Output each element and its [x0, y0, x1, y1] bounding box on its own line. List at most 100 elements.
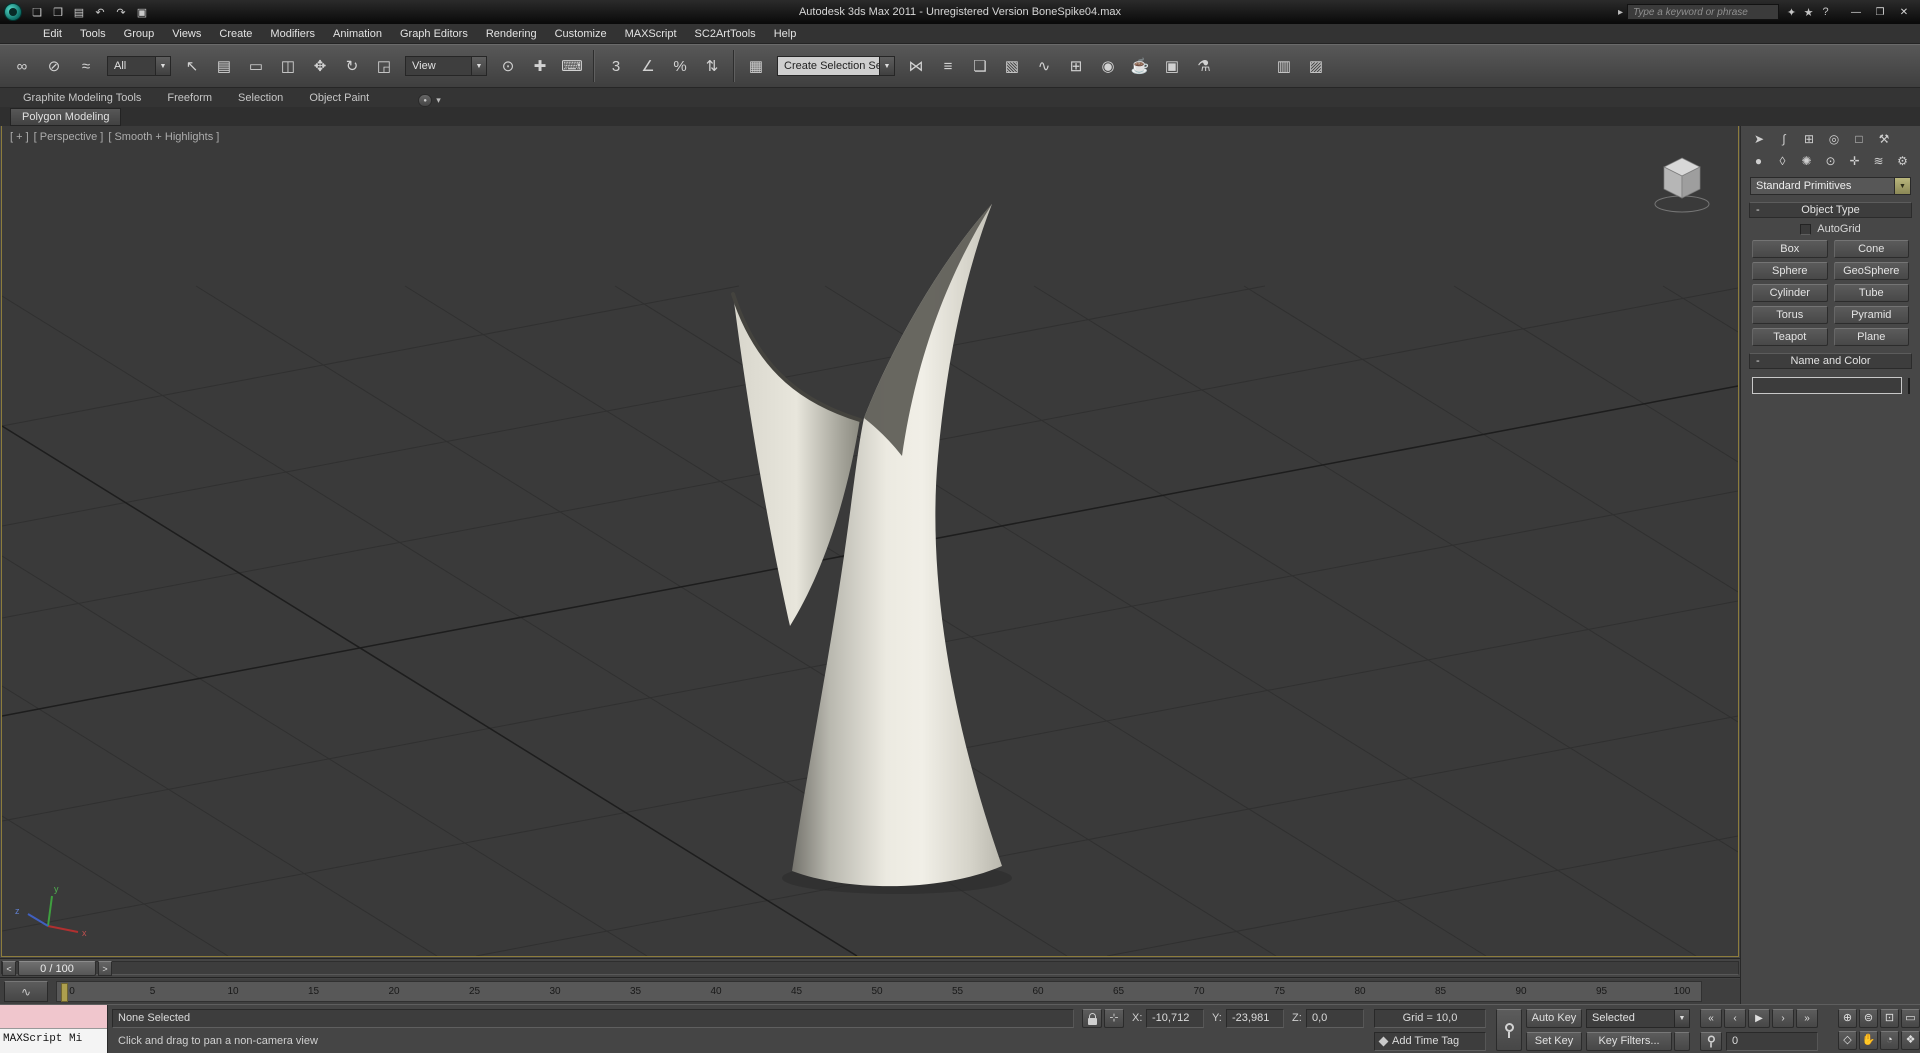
time-slider[interactable]: < 0 / 100 > — [0, 958, 1740, 978]
tube-button[interactable]: Tube — [1834, 284, 1910, 302]
current-frame-marker[interactable] — [61, 983, 68, 1002]
time-slider-track[interactable] — [1, 961, 1739, 975]
viewport-menu-shading[interactable]: [ Smooth + Highlights ] — [108, 131, 219, 143]
spinner-snap-icon[interactable]: ⇅ — [697, 51, 727, 81]
open-file-icon[interactable]: ❒ — [49, 4, 67, 20]
menu-maxscript[interactable]: MAXScript — [616, 24, 686, 44]
viewcube[interactable] — [1655, 158, 1709, 212]
helpers-category-icon[interactable]: ✛ — [1845, 152, 1864, 170]
rectangular-selection-icon[interactable]: ▭ — [241, 51, 271, 81]
object-color-swatch[interactable] — [1908, 378, 1910, 394]
ribbon-minimize-caret-icon[interactable]: ▾ — [436, 95, 441, 106]
tab-selection[interactable]: Selection — [225, 89, 296, 107]
current-frame-field[interactable]: 0 — [1726, 1032, 1818, 1051]
use-pivot-center-icon[interactable]: ⊙ — [493, 51, 523, 81]
render-production-icon[interactable]: ⚗ — [1189, 51, 1219, 81]
select-and-rotate-icon[interactable]: ↻ — [337, 51, 367, 81]
selection-lock-toggle[interactable] — [1082, 1009, 1102, 1028]
curve-editor-icon[interactable]: ∿ — [1029, 51, 1059, 81]
menu-graph-editors[interactable]: Graph Editors — [391, 24, 477, 44]
menu-create[interactable]: Create — [210, 24, 261, 44]
menu-modifiers[interactable]: Modifiers — [261, 24, 324, 44]
select-and-scale-icon[interactable]: ◲ — [369, 51, 399, 81]
redo-icon[interactable]: ↷ — [112, 4, 130, 20]
select-object-icon[interactable]: ↖ — [177, 51, 207, 81]
select-and-link-icon[interactable]: ∞ — [7, 51, 37, 81]
key-filters-mini-button[interactable] — [1674, 1032, 1690, 1051]
teapot-button[interactable]: Teapot — [1752, 328, 1828, 346]
previous-frame-button[interactable]: ‹ — [1724, 1009, 1746, 1028]
maximize-button[interactable]: ❐ — [1868, 3, 1892, 21]
keyboard-override-icon[interactable]: ⌨ — [557, 51, 587, 81]
systems-category-icon[interactable]: ⚙ — [1893, 152, 1912, 170]
graphite-ribbon-icon[interactable]: ▧ — [997, 51, 1027, 81]
edit-named-sets-icon[interactable]: ▦ — [741, 51, 771, 81]
material-editor-icon[interactable]: ◉ — [1093, 51, 1123, 81]
menu-help[interactable]: Help — [765, 24, 806, 44]
favorites-icon[interactable]: ★ — [1800, 4, 1817, 20]
mirror-icon[interactable]: ⋈ — [901, 51, 931, 81]
close-button[interactable]: ✕ — [1892, 3, 1916, 21]
named-selection-sets-dropdown[interactable]: Create Selection Se ▼ — [777, 56, 895, 76]
utilities-tab-icon[interactable]: ⚒ — [1874, 130, 1894, 148]
motion-tab-icon[interactable]: ◎ — [1824, 130, 1844, 148]
x-coordinate-field[interactable]: -10,712 — [1146, 1009, 1204, 1028]
zoom-icon[interactable]: ⊕ — [1838, 1009, 1857, 1028]
cameras-category-icon[interactable]: ⊙ — [1821, 152, 1840, 170]
schematic-view-icon[interactable]: ⊞ — [1061, 51, 1091, 81]
time-slider-next-arrow[interactable]: > — [98, 961, 112, 976]
set-key-button[interactable]: Set Key — [1526, 1032, 1582, 1051]
new-scene-icon[interactable]: ❏ — [28, 4, 46, 20]
z-coordinate-field[interactable]: 0,0 — [1306, 1009, 1364, 1028]
tab-freeform[interactable]: Freeform — [154, 89, 225, 107]
shapes-category-icon[interactable]: ◊ — [1773, 152, 1792, 170]
window-crossing-icon[interactable]: ◫ — [273, 51, 303, 81]
percent-snap-icon[interactable]: % — [665, 51, 695, 81]
auto-key-button[interactable]: Auto Key — [1526, 1009, 1582, 1028]
chevron-down-icon[interactable]: ▼ — [879, 57, 894, 75]
chevron-down-icon[interactable]: ▼ — [1674, 1010, 1689, 1027]
add-time-tag[interactable]: Add Time Tag — [1374, 1032, 1486, 1051]
chevron-down-icon[interactable]: ▼ — [1894, 178, 1910, 194]
menu-rendering[interactable]: Rendering — [477, 24, 546, 44]
time-slider-prev-arrow[interactable]: < — [2, 961, 16, 976]
extra-tool-icon-2[interactable]: ▨ — [1301, 51, 1331, 81]
chevron-down-icon[interactable]: ▼ — [155, 57, 170, 75]
sphere-button[interactable]: Sphere — [1752, 262, 1828, 280]
maxscript-mini-listener[interactable]: MAXScript Mi — [0, 1005, 108, 1053]
create-tab-icon[interactable]: ➤ — [1749, 130, 1769, 148]
chevron-down-icon[interactable]: ▼ — [471, 57, 486, 75]
menu-customize[interactable]: Customize — [546, 24, 616, 44]
object-type-rollout-header[interactable]: - Object Type — [1749, 202, 1912, 218]
angle-snap-icon[interactable]: ∠ — [633, 51, 663, 81]
pan-view-icon[interactable]: ✋ — [1859, 1031, 1878, 1050]
zoom-region-icon[interactable]: ▭ — [1901, 1009, 1920, 1028]
reference-coordinate-dropdown[interactable]: View ▼ — [405, 56, 487, 76]
primitive-category-dropdown[interactable]: Standard Primitives ▼ — [1750, 177, 1911, 195]
menu-views[interactable]: Views — [163, 24, 210, 44]
box-button[interactable]: Box — [1752, 240, 1828, 258]
time-slider-handle[interactable]: 0 / 100 — [18, 961, 96, 976]
render-setup-icon[interactable]: ☕ — [1125, 51, 1155, 81]
tab-graphite-modeling-tools[interactable]: Graphite Modeling Tools — [10, 89, 154, 107]
torus-button[interactable]: Torus — [1752, 306, 1828, 324]
open-mini-curve-editor-button[interactable]: ∿ — [4, 981, 48, 1002]
infocenter-toggle-icon[interactable]: ▸ — [1618, 7, 1623, 18]
absolute-mode-toggle[interactable]: ⊹ — [1104, 1009, 1124, 1028]
maximize-viewport-icon[interactable]: ❖ — [1901, 1031, 1920, 1050]
lights-category-icon[interactable]: ✺ — [1797, 152, 1816, 170]
align-icon[interactable]: ≡ — [933, 51, 963, 81]
go-to-start-button[interactable]: « — [1700, 1009, 1722, 1028]
pyramid-button[interactable]: Pyramid — [1834, 306, 1910, 324]
rendered-frame-icon[interactable]: ▣ — [1157, 51, 1187, 81]
layer-manager-icon[interactable]: ❏ — [965, 51, 995, 81]
cone-button[interactable]: Cone — [1834, 240, 1910, 258]
ribbon-options-icon[interactable]: ● — [418, 94, 432, 107]
search-input[interactable] — [1627, 4, 1779, 20]
key-filters-button[interactable]: Key Filters... — [1586, 1032, 1672, 1051]
save-file-icon[interactable]: ▤ — [70, 4, 88, 20]
play-animation-button[interactable]: ▶ — [1748, 1009, 1770, 1028]
menu-animation[interactable]: Animation — [324, 24, 391, 44]
modify-tab-icon[interactable]: ∫ — [1774, 130, 1794, 148]
autogrid-checkbox[interactable] — [1800, 224, 1811, 235]
